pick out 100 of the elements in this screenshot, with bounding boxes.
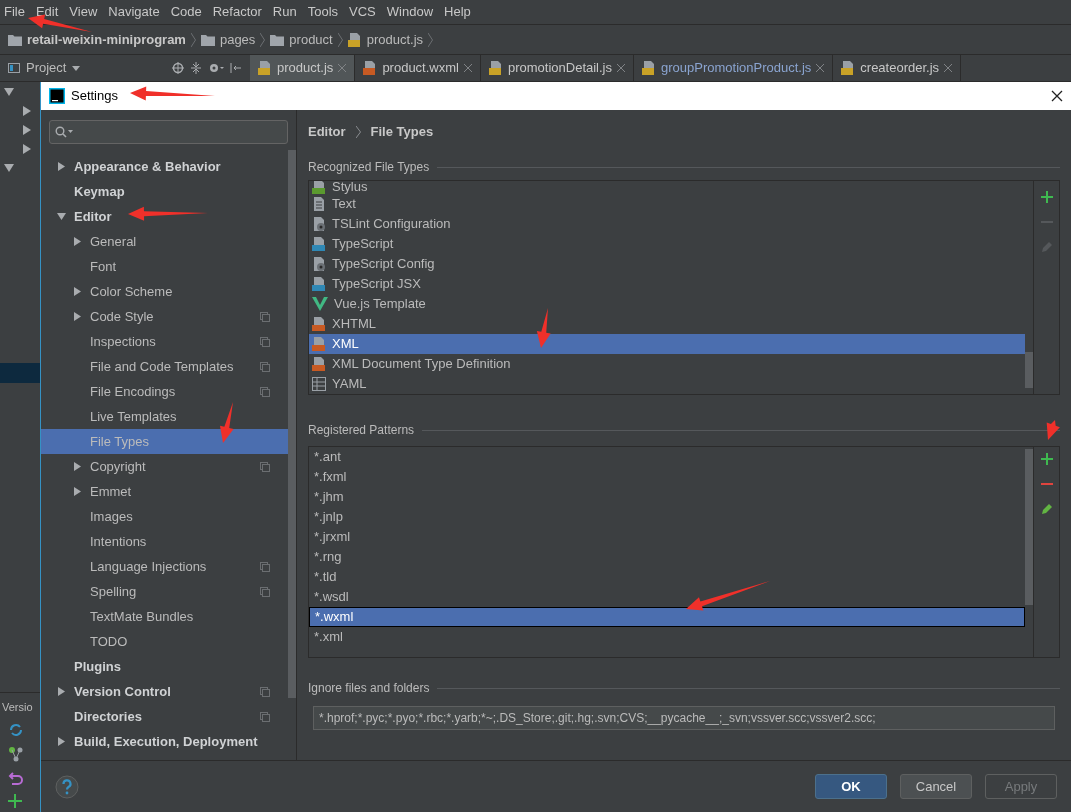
settings-tree-item[interactable]: TextMate Bundles [41,604,288,629]
file-type-item[interactable]: XML Document Type Definition [309,354,1025,374]
settings-tree-item[interactable]: File and Code Templates [41,354,288,379]
config-file-icon [312,217,326,231]
search-field[interactable] [49,120,288,144]
pattern-item[interactable]: *.wsdl [309,587,1025,607]
settings-tree-item[interactable]: Directories [41,704,288,729]
collapse-icon[interactable] [190,62,202,74]
target-icon[interactable] [172,62,184,74]
collapsed-icon[interactable] [73,237,82,246]
settings-tree-item[interactable]: File Encodings [41,379,288,404]
settings-tree-item[interactable]: Color Scheme [41,279,288,304]
settings-tree-item[interactable]: Keymap [41,179,288,204]
settings-tree-item[interactable]: Copyright [41,454,288,479]
collapsed-icon[interactable] [73,487,82,496]
collapsed-icon[interactable] [57,162,66,171]
add-icon[interactable] [8,794,22,808]
settings-tree-item[interactable]: Editor [41,204,288,229]
settings-tree-item[interactable]: Live Templates [41,404,288,429]
menu-item[interactable]: Run [272,2,297,22]
menu-item[interactable]: Tools [307,2,339,22]
settings-tree-item[interactable]: Version Control [41,679,288,704]
expanded-icon[interactable] [57,212,66,221]
file-type-item[interactable]: TypeScript JSX [309,274,1025,294]
settings-tree-item[interactable]: General [41,229,288,254]
collapsed-icon[interactable] [73,312,82,321]
pattern-item[interactable]: *.jrxml [309,527,1025,547]
js-file-icon [488,61,503,75]
settings-tree-item[interactable]: Code Style [41,304,288,329]
collapsed-icon[interactable] [73,462,82,471]
settings-tree-item[interactable]: Images [41,504,288,529]
section-title: Registered Patterns [308,422,415,439]
scrollbar[interactable] [1025,449,1033,605]
copy-icon [260,311,270,322]
undo-icon[interactable] [8,770,24,786]
close-icon[interactable] [1051,90,1063,102]
annotation-arrow [220,402,234,443]
file-type-item[interactable]: XHTML [309,314,1025,334]
project-tool-tab[interactable]: Project [0,55,250,81]
ignore-field[interactable]: *.hprof;*.pyc;*.pyo;*.rbc;*.yarb;*~;.DS_Store;.git;.hg;.svn;CVS;__pycache__;_svn;vssver.scc;vssver2.scc; [313,706,1055,730]
pattern-item[interactable]: *.wxml [309,607,1025,627]
settings-tree-item[interactable]: Spelling [41,579,288,604]
menu-item[interactable]: File [4,2,25,22]
pattern-item[interactable]: *.ant [309,447,1025,467]
menu-item[interactable]: Window [386,2,434,22]
settings-tree-item[interactable]: TODO [41,629,288,654]
menu-item[interactable]: VCS [349,2,376,22]
settings-tree-item[interactable]: Appearance & Behavior [41,154,288,179]
menu-item[interactable]: Edit [35,2,59,22]
settings-tree-item[interactable]: Intentions [41,529,288,554]
help-icon[interactable] [55,774,79,799]
pattern-item[interactable]: *.jnlp [309,507,1025,527]
breadcrumb-item[interactable]: retail-weixin-miniprogram [27,29,186,50]
collapsed-icon[interactable] [73,287,82,296]
breadcrumb-item[interactable]: product.js [366,29,424,50]
pattern-item[interactable]: *.rng [309,547,1025,567]
menu-item[interactable]: Code [170,2,202,22]
file-type-item[interactable]: YAML [309,374,1025,394]
menu-item[interactable]: View [69,2,98,22]
dialog-button[interactable]: Cancel [900,774,972,799]
refresh-icon[interactable] [8,722,24,738]
file-icon [312,197,326,211]
settings-tree-item[interactable]: Build, Execution, Deployment [41,729,288,754]
settings-tree-item[interactable]: Plugins [41,654,288,679]
menu-item[interactable]: Refactor [212,2,262,22]
menu-item[interactable]: Help [444,2,471,22]
expanded-icon[interactable] [4,87,14,97]
collapsed-icon[interactable] [57,687,66,696]
settings-tree-item[interactable]: Font [41,254,288,279]
file-type-item[interactable]: Stylus [309,181,1025,194]
copy-icon [260,586,270,597]
collapsed-icon[interactable] [57,737,66,746]
scrollbar[interactable] [288,150,296,698]
file-type-item[interactable]: Text [309,194,1025,214]
file-type-item[interactable]: TSLint Configuration [309,214,1025,234]
pattern-item[interactable]: *.fxml [309,467,1025,487]
xml-file-icon [363,61,378,75]
pattern-item[interactable]: *.jhm [309,487,1025,507]
settings-tree-item[interactable]: Emmet [41,479,288,504]
settings-tree-item[interactable]: Inspections [41,329,288,354]
dialog-button[interactable]: OK [815,774,887,799]
editor-tab[interactable]: product.js [250,55,356,81]
file-type-item[interactable]: XML [309,334,1025,354]
file-type-item[interactable]: TypeScript [309,234,1025,254]
branch-icon[interactable] [8,746,24,762]
settings-tree-item[interactable]: Language Injections [41,554,288,579]
scrollbar[interactable] [1025,352,1033,388]
hide-icon[interactable] [230,62,242,74]
gear-icon[interactable] [208,62,224,74]
add-icon[interactable] [1038,189,1055,205]
breadcrumb-item[interactable]: pages [219,29,256,50]
menu-item[interactable]: Navigate [108,2,160,22]
file-type-item[interactable]: TypeScript Config [309,254,1025,274]
page-path-item[interactable]: Editor [308,122,346,142]
breadcrumb-item[interactable]: product [289,29,333,50]
add-icon[interactable] [1038,451,1055,467]
file-type-item[interactable]: Vue.js Template [309,294,1025,314]
pattern-item[interactable]: *.xml [309,627,1025,647]
expanded-icon[interactable] [4,163,14,173]
pattern-item[interactable]: *.tld [309,567,1025,587]
